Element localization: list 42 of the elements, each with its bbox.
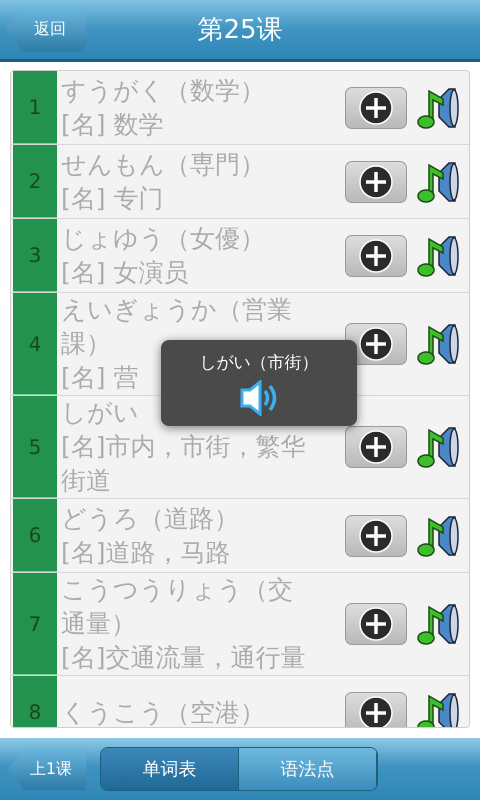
row-number: 6	[13, 499, 57, 572]
plus-icon	[359, 90, 393, 124]
tab[interactable]: 语法点	[239, 748, 377, 790]
word-meaning: [名]道路，马路	[61, 536, 231, 568]
previous-lesson-button[interactable]: 上1课	[8, 748, 86, 790]
plus-icon	[359, 430, 393, 464]
plus-icon	[359, 327, 393, 361]
word-reading: すうがく（数学）	[61, 74, 265, 106]
speaker-icon[interactable]	[239, 380, 279, 416]
add-button[interactable]	[345, 426, 407, 468]
add-button[interactable]	[345, 514, 407, 556]
word-reading: こうつうりょう（交通量）	[61, 574, 294, 640]
row-number: 1	[13, 71, 57, 144]
word-reading: どうろ（道路）	[61, 502, 239, 534]
word-meaning: [名]交通流量，通行量	[61, 642, 306, 674]
word-reading: しがい	[61, 397, 139, 429]
row-number: 8	[13, 676, 57, 727]
plus-icon	[359, 607, 393, 641]
row-number: 5	[13, 396, 57, 498]
plus-icon	[359, 518, 393, 552]
add-button[interactable]	[345, 603, 407, 645]
plus-icon	[359, 164, 393, 198]
row-number: 4	[13, 293, 57, 395]
word-meaning: [名] 营	[61, 362, 138, 394]
word-reading: くうこう（空港）	[61, 696, 265, 727]
add-button[interactable]	[345, 234, 407, 276]
row-number: 7	[13, 573, 57, 675]
back-button[interactable]: 返回	[6, 8, 86, 52]
word-reading: せんもん（専門）	[61, 148, 265, 180]
plus-icon	[359, 238, 393, 272]
add-button[interactable]	[345, 86, 407, 128]
word-meaning: [名]市内，市街，繁华街道	[61, 431, 307, 497]
word-meaning: [名] 数学	[61, 108, 164, 140]
add-button[interactable]	[345, 692, 407, 727]
word-meaning: [名] 专门	[61, 182, 164, 214]
row-number: 2	[13, 145, 57, 218]
add-button[interactable]	[345, 160, 407, 202]
screen-title: 第25课	[197, 14, 283, 47]
tab[interactable]: 单词表	[101, 748, 239, 790]
word-meaning: [名] 女演员	[61, 256, 188, 288]
word-reading: じょゆう（女優）	[61, 222, 265, 254]
row-number: 3	[13, 219, 57, 292]
